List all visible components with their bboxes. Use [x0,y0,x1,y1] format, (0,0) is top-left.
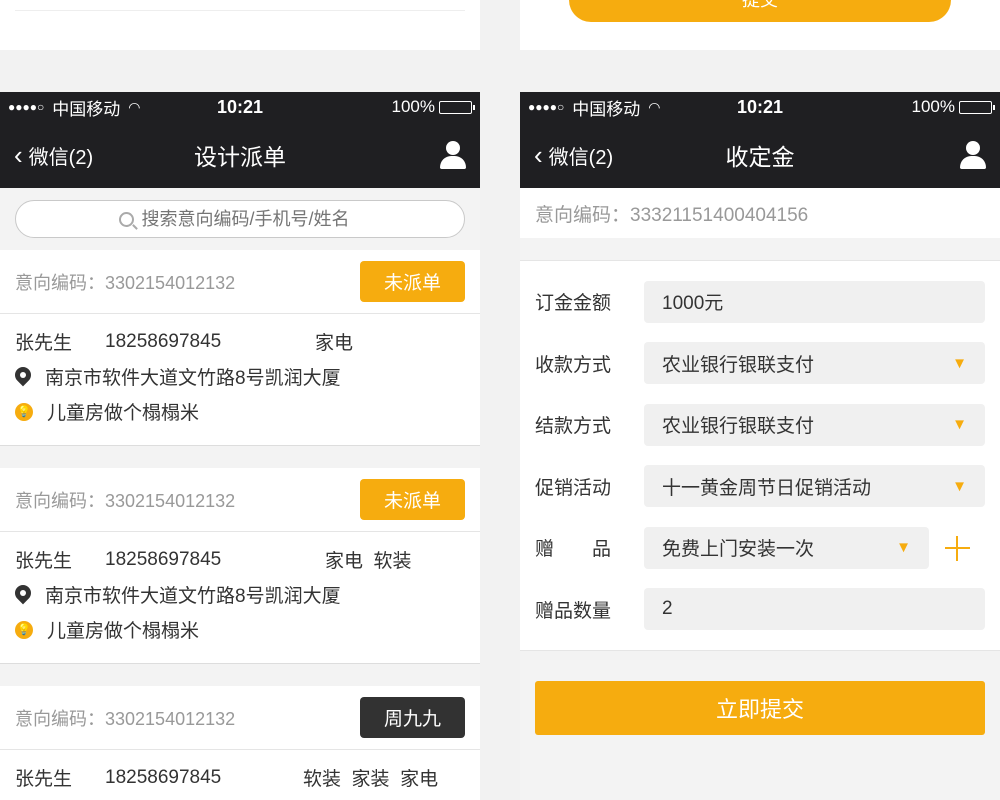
gift-quantity-label: 赠品数量 [535,600,612,622]
intent-code: 意向编码：3302154012132 [15,708,236,729]
customer-phone: 18258697845 [105,548,222,570]
battery-percent: 100% [911,97,955,116]
category-tags: 家电 [315,333,354,354]
wifi-icon: ◠ [128,98,141,115]
dropdown-arrow-icon: ▼ [952,477,967,495]
customer-name: 张先生 [15,769,73,790]
deposit-form: 订金金额 1000元 收款方式 农业银行银联支付 ▼ 结款方式 农业银行银联支付 ▼… [520,260,1000,651]
back-label: 微信(2) [548,146,614,169]
customer-name: 张先生 [15,551,73,572]
status-badge[interactable]: 未派单 [360,479,465,520]
lightbulb-icon: 💡 [15,402,33,421]
intent-code: 意向编码：33321151400404156 [520,188,1000,238]
search-bar [0,188,480,250]
customer-name: 张先生 [15,333,73,354]
phone-collect-deposit: ●●●●○ 中国移动 ◠ 10:21 100% ‹ 微信(2) 收定金 意向编码… [520,92,1000,800]
settlement-method-label: 结款方式 [535,416,612,438]
signal-icon: ●●●●○ [528,100,565,114]
user-icon[interactable] [440,141,466,169]
user-icon[interactable] [960,141,986,169]
search-box[interactable] [15,200,465,238]
lightbulb-icon: 💡 [15,620,33,639]
dropdown-arrow-icon: ▼ [952,416,967,434]
order-card[interactable]: 意向编码：3302154012132 周九九 张先生 18258697845 软… [0,686,480,800]
gift-label: 赠 品 [535,539,612,561]
battery-icon [959,100,995,114]
top-submit-button[interactable]: 提交 [569,0,951,22]
chevron-left-icon: ‹ [534,140,543,170]
category-tags: 软装 家装 家电 [303,769,439,790]
submit-area: 立即提交 [520,651,1000,765]
carrier: 中国移动 [52,99,121,119]
gift-select[interactable]: 免费上门安装一次 ▼ [644,526,929,569]
customer-phone: 18258697845 [105,330,222,352]
assignee-badge[interactable]: 周九九 [360,697,465,738]
gift-quantity-input[interactable]: 2 [644,588,985,631]
location-pin-icon [11,363,35,387]
status-badge[interactable]: 未派单 [360,261,465,302]
order-card[interactable]: 意向编码：3302154012132 未派单 张先生 18258697845 家… [0,468,480,664]
back-label: 微信(2) [28,146,94,169]
search-input[interactable] [141,208,362,230]
intent-code: 意向编码：3302154012132 [15,490,236,511]
signal-icon: ●●●●○ [8,100,45,114]
intent-code: 意向编码：3302154012132 [15,272,236,293]
back-button[interactable]: ‹ 微信(2) [14,141,93,170]
deposit-amount-label: 订金金额 [535,293,612,315]
nav-bar: ‹ 微信(2) 收定金 [520,122,1000,188]
phone-design-dispatch: ●●●●○ 中国移动 ◠ 10:21 100% ‹ 微信(2) 设计派单 意向编… [0,92,480,800]
deposit-amount-input[interactable]: 1000元 [644,280,985,323]
submit-button[interactable]: 立即提交 [535,681,985,735]
order-card[interactable]: 意向编码：3302154012132 未派单 张先生 18258697845 家… [0,250,480,446]
chevron-left-icon: ‹ [14,140,23,170]
add-gift-plus-icon[interactable] [929,527,985,569]
payment-method-label: 收款方式 [535,354,612,376]
settlement-method-select[interactable]: 农业银行银联支付 ▼ [644,403,985,446]
battery-icon [439,100,475,114]
dropdown-arrow-icon: ▼ [952,354,967,372]
battery: 100% [911,97,995,117]
carrier: 中国移动 [572,99,641,119]
promotion-select[interactable]: 十一黄金周节日促销活动 ▼ [644,465,985,508]
note: 儿童房做个榻榻米 [47,403,200,424]
top-card-left [0,0,480,50]
nav-bar: ‹ 微信(2) 设计派单 [0,122,480,188]
category-tags: 家电 软装 [325,551,412,572]
status-bar: ●●●●○ 中国移动 ◠ 10:21 100% [0,92,480,122]
note: 儿童房做个榻榻米 [47,621,200,642]
payment-method-select[interactable]: 农业银行银联支付 ▼ [644,342,985,385]
battery-percent: 100% [391,97,435,116]
search-icon [118,211,134,227]
promotion-label: 促销活动 [535,477,612,499]
location-pin-icon [11,581,35,605]
address: 南京市软件大道文竹路8号凯润大厦 [45,368,341,389]
dropdown-arrow-icon: ▼ [896,539,911,557]
back-button[interactable]: ‹ 微信(2) [534,141,613,170]
customer-phone: 18258697845 [105,766,222,788]
wifi-icon: ◠ [648,98,661,115]
address: 南京市软件大道文竹路8号凯润大厦 [45,586,341,607]
battery: 100% [391,97,475,117]
status-bar: ●●●●○ 中国移动 ◠ 10:21 100% [520,92,1000,122]
